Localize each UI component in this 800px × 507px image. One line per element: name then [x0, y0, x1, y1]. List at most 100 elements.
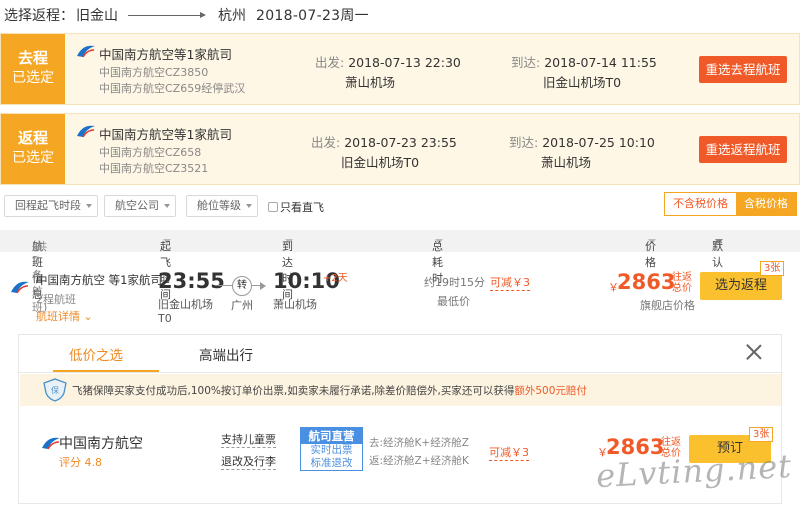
- tax-excluded-option[interactable]: 不含税价格: [665, 193, 736, 215]
- transfer-city: 广州: [231, 299, 253, 312]
- flight-airline: 中国南方航空 等1家航司: [36, 273, 162, 287]
- departure-airport: 旧金山机场T0: [341, 155, 420, 170]
- tax-price-toggle: 不含税价格 含税价格: [664, 192, 797, 216]
- departure-terminal: T0: [158, 312, 172, 325]
- selected-tag: 去程 已选定: [1, 34, 65, 104]
- departure-info: 出发: 2018-07-13 22:30: [315, 55, 461, 70]
- tab-low-price[interactable]: 低价之选: [69, 344, 123, 364]
- arrival-airport: 萧山机场: [273, 298, 317, 311]
- arrival-info: 到达: 2018-07-25 10:10: [509, 135, 655, 150]
- flight-legs: 2程航班: [36, 293, 76, 306]
- from-city: 旧金山: [76, 8, 118, 24]
- departure-airport: 旧金山机场: [158, 298, 213, 311]
- chevron-down-icon: ⌄: [83, 310, 93, 323]
- china-southern-logo-icon: [76, 124, 96, 138]
- selected-flight-2: 中国南方航空CZ3521: [99, 162, 209, 175]
- reselect-outbound-button[interactable]: 重选去程航班: [699, 56, 787, 83]
- departure-time: 23:55: [158, 269, 225, 293]
- to-city: 杭州: [218, 8, 246, 24]
- close-icon[interactable]: [745, 343, 763, 361]
- selected-return-card: 返程 已选定 中国南方航空等1家航司 中国南方航空CZ658 中国南方航空CZ3…: [0, 113, 800, 185]
- header-sort[interactable]: 默认排序: [712, 234, 723, 301]
- route-prefix: 选择返程：: [4, 8, 74, 24]
- dropdown-label: 回程起飞时段: [15, 199, 81, 212]
- filter-bar: 回程起飞时段 航空公司 舱位等级 只看直飞 不含税价格 含税价格: [0, 188, 800, 222]
- header-price[interactable]: 价格: [645, 234, 656, 269]
- badge-line: 标准退改: [310, 457, 353, 469]
- store-price-label: 旗舰店价格: [640, 299, 695, 312]
- guarantee-highlight: 额外500元赔付: [514, 385, 587, 397]
- selected-airline: 中国南方航空等1家航司: [99, 127, 232, 142]
- airline-dropdown[interactable]: 航空公司: [104, 195, 176, 217]
- departure-airport: 萧山机场: [345, 75, 396, 90]
- dropdown-label: 舱位等级: [197, 199, 241, 212]
- selected-outbound-card: 去程 已选定 中国南方航空等1家航司 中国南方航空CZ3850 中国南方航空CZ…: [0, 33, 800, 105]
- tab-premium[interactable]: 高端出行: [199, 344, 253, 364]
- duration: 约19时15分: [424, 276, 485, 289]
- header-duration[interactable]: 总耗时: [432, 234, 443, 285]
- discount-label[interactable]: 可减￥3: [490, 274, 530, 291]
- child-ticket-link[interactable]: 支持儿童票: [221, 431, 276, 448]
- selected-flight-2: 中国南方航空CZ659经停武汉: [99, 82, 246, 95]
- tag-line2: 已选定: [12, 70, 54, 86]
- offer-rating: 评分 4.8: [59, 456, 102, 469]
- dropdown-label: 航空公司: [115, 199, 159, 212]
- header-dep-time[interactable]: 起飞时间: [160, 234, 171, 301]
- china-southern-logo-icon: [76, 44, 96, 58]
- flight-price: 2863: [617, 270, 676, 294]
- offer-tabs: 低价之选 高端出行: [19, 335, 781, 373]
- cabin-outbound: 去:经济舱K+经济舱Z: [369, 437, 469, 449]
- arrival-time: 2018-07-25 10:10: [542, 135, 655, 150]
- shield-icon: 保: [42, 378, 68, 402]
- tag-line2: 已选定: [12, 150, 54, 166]
- china-southern-logo-icon: [41, 436, 61, 450]
- selected-tag: 返程 已选定: [1, 114, 65, 184]
- active-tab-indicator: [53, 370, 159, 372]
- departure-time: 2018-07-13 22:30: [348, 55, 461, 70]
- direct-only-checkbox[interactable]: 只看直飞: [268, 199, 324, 215]
- departure-time: 2018-07-23 23:55: [344, 135, 457, 150]
- guarantee-text: 飞猪保障买家支付成功后,100%按订单价出票,如卖家未履行承诺,除差价赔偿外,买…: [72, 385, 587, 397]
- svg-text:保: 保: [51, 385, 59, 395]
- reselect-return-button[interactable]: 重选返程航班: [699, 136, 787, 163]
- china-southern-logo-icon: [10, 280, 30, 294]
- selected-airline: 中国南方航空等1家航司: [99, 47, 232, 62]
- tag-line1: 去程: [17, 49, 48, 67]
- header-arr-time[interactable]: 到达时间: [282, 234, 293, 301]
- ticket-count-badge: 3张: [749, 427, 774, 442]
- chevron-down-icon: [164, 204, 170, 208]
- return-date: 2018-07-23周一: [256, 8, 369, 24]
- return-time-dropdown[interactable]: 回程起飞时段: [4, 195, 98, 217]
- offer-airline: 中国南方航空: [59, 436, 143, 452]
- flight-row: 中国南方航空 等1家航司 2程航班 航班详情 ⌄ 23:55 旧金山机场 T0 …: [0, 254, 800, 334]
- tax-included-option[interactable]: 含税价格: [736, 193, 796, 215]
- select-return-button[interactable]: 选为返程: [700, 272, 782, 300]
- badge-line: 实时出票: [310, 444, 353, 456]
- refund-baggage-link[interactable]: 退改及行李: [221, 453, 276, 470]
- chevron-down-icon: [86, 204, 92, 208]
- arrival-time: 2018-07-14 11:55: [544, 55, 657, 70]
- guarantee-banner: 保 飞猪保障买家支付成功后,100%按订单价出票,如卖家未履行承诺,除差价赔偿外…: [20, 374, 781, 406]
- chevron-down-icon: [246, 204, 252, 208]
- plus-day: +2天: [323, 273, 348, 284]
- transfer-badge: 转: [232, 276, 252, 296]
- cabin-class-dropdown[interactable]: 舱位等级: [186, 195, 258, 217]
- badge-title: 航司直营: [301, 428, 362, 444]
- cabin-return: 返:经济舱Z+经济舱K: [369, 455, 469, 467]
- arrival-airport: 萧山机场: [541, 155, 592, 170]
- tag-line1: 返程: [17, 129, 48, 147]
- route-header: 选择返程： 旧金山 杭州 2018-07-23周一: [0, 0, 800, 30]
- route-arrow-icon: [128, 10, 206, 20]
- airline-direct-badge: 航司直营 实时出票 标准退改: [300, 427, 363, 471]
- checkbox-icon[interactable]: [268, 202, 278, 212]
- direct-only-label: 只看直飞: [280, 201, 324, 214]
- discount-label[interactable]: 可减￥3: [489, 444, 529, 461]
- selected-flight-1: 中国南方航空CZ3850: [99, 66, 209, 79]
- flight-detail-link[interactable]: 航班详情 ⌄: [36, 308, 93, 324]
- departure-info: 出发: 2018-07-23 23:55: [311, 135, 457, 150]
- lowest-price-label: 最低价: [437, 295, 470, 308]
- price-note: 往返 总价: [672, 272, 692, 294]
- arrival-airport: 旧金山机场T0: [543, 75, 622, 90]
- arrival-info: 到达: 2018-07-14 11:55: [511, 55, 657, 70]
- flight-list-header: 航班信息(共2条航班) 起飞时间 到达时间 总耗时 价格 默认排序: [0, 230, 800, 314]
